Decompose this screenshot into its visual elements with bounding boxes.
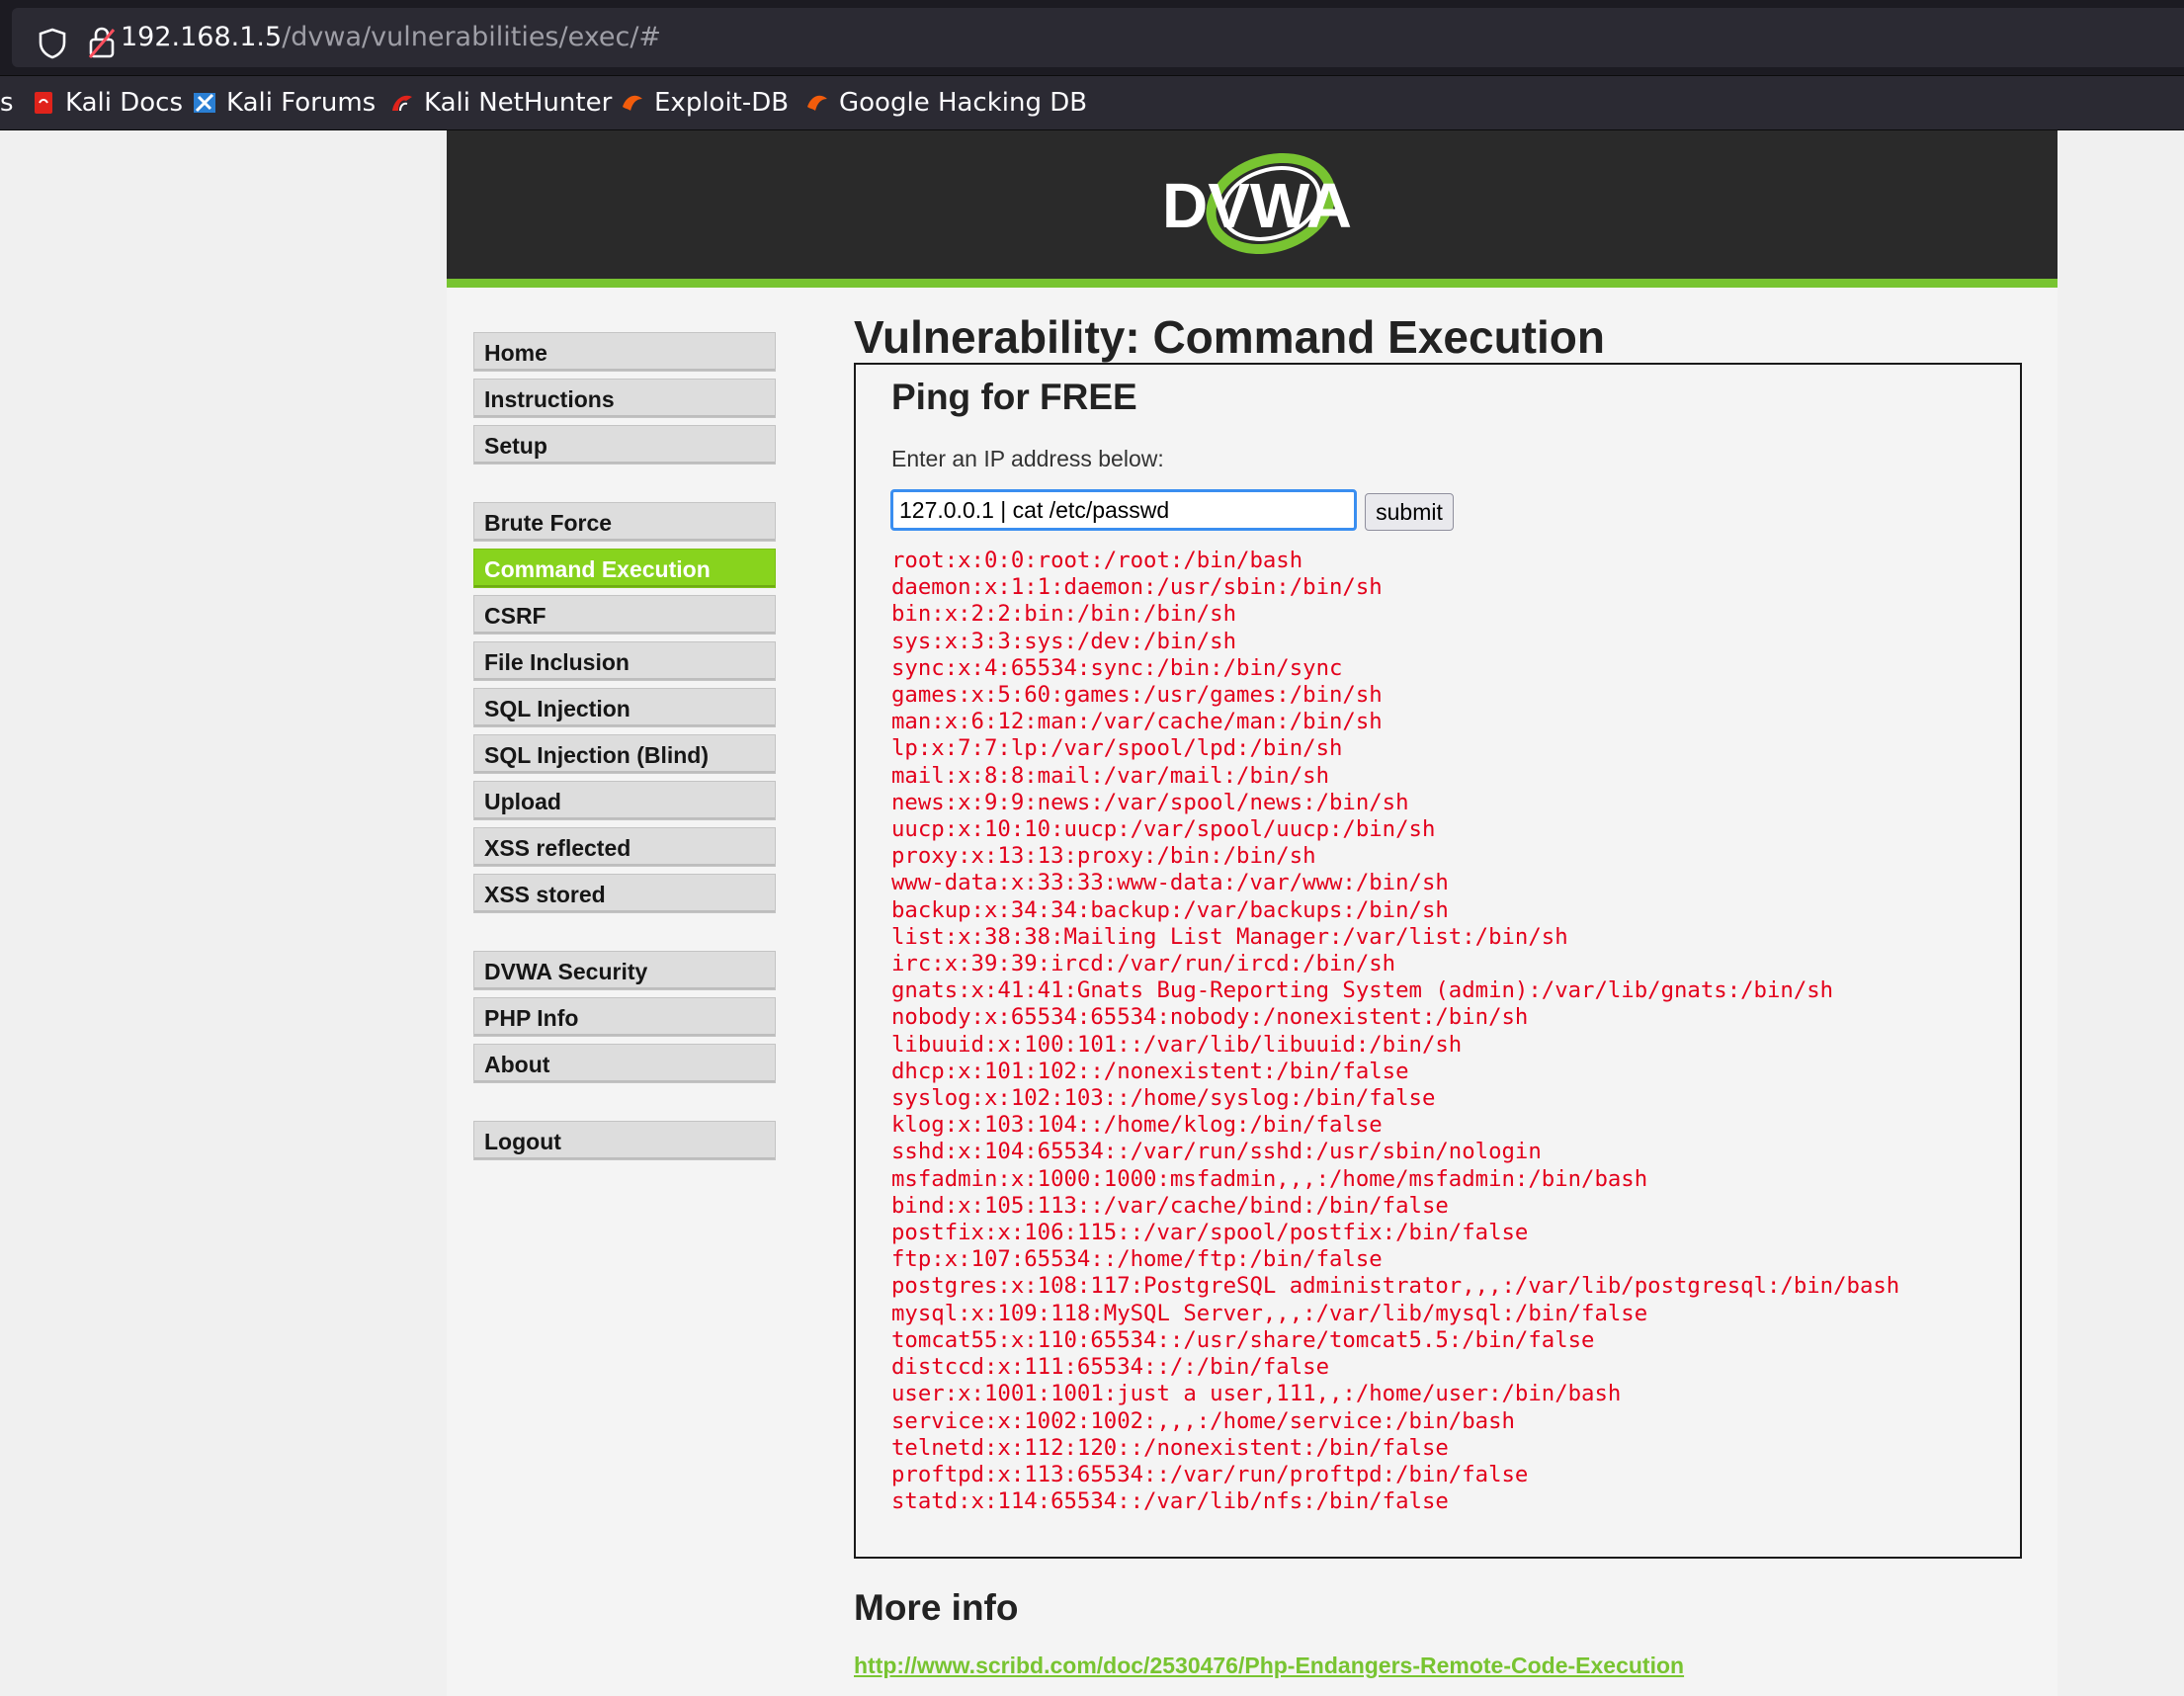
output-line: news:x:9:9:news:/var/spool/news:/bin/sh (891, 789, 1409, 815)
output-line: nobody:x:65534:65534:nobody:/nonexistent… (891, 1004, 1529, 1031)
bookmark-label: Kali Forums (226, 88, 377, 118)
bookmark-exploit-db[interactable]: Exploit-DB (621, 86, 789, 120)
bookmark-kali-forums[interactable]: Kali Forums (193, 86, 376, 120)
output-line: sys:x:3:3:sys:/dev:/bin/sh (891, 628, 1237, 654)
output-line: postfix:x:106:115::/var/spool/postfix:/b… (891, 1220, 1529, 1246)
address-bar[interactable]: 192.168.1.5/dvwa/vulnerabilities/exec/# (12, 8, 2184, 67)
kali-nethunter-icon (392, 95, 412, 112)
menu-item-setup[interactable]: Setup (473, 425, 776, 465)
output-line: syslog:x:102:103::/home/syslog:/bin/fals… (891, 1085, 1436, 1112)
output-line: mail:x:8:8:mail:/var/mail:/bin/sh (891, 762, 1329, 789)
output-line: user:x:1001:1001:just a user,111,,:/home… (891, 1381, 1622, 1407)
menu-item-about[interactable]: About (473, 1044, 776, 1083)
logo-text: DVWA (1162, 170, 1352, 241)
menu-item-sql-injection-blind[interactable]: SQL Injection (Blind) (473, 734, 776, 774)
output-line: libuuid:x:100:101::/var/lib/libuuid:/bin… (891, 1031, 1463, 1058)
output-line: man:x:6:12:man:/var/cache/man:/bin/sh (891, 709, 1383, 735)
menu-item-command-execution[interactable]: Command Execution (473, 549, 776, 588)
url-text[interactable]: 192.168.1.5/dvwa/vulnerabilities/exec/# (121, 22, 661, 52)
output-line: games:x:5:60:games:/usr/games:/bin/sh (891, 682, 1383, 709)
bookmark-label: Exploit-DB (654, 88, 790, 118)
shield-icon[interactable] (38, 28, 67, 59)
output-line: gnats:x:41:41:Gnats Bug-Reporting System… (891, 977, 1834, 1004)
output-line: dhcp:x:101:102::/nonexistent:/bin/false (891, 1058, 1409, 1084)
menu-item-home[interactable]: Home (473, 332, 776, 372)
menu-item-logout[interactable]: Logout (473, 1121, 776, 1160)
vulnerable-code-area: Ping for FREE Enter an IP address below:… (854, 363, 2022, 1559)
menu-item-sql-injection[interactable]: SQL Injection (473, 688, 776, 727)
output-line: msfadmin:x:1000:1000:msfadmin,,,:/home/m… (891, 1165, 1648, 1192)
submit-button[interactable]: submit (1365, 493, 1454, 531)
output-line: backup:x:34:34:backup:/var/backups:/bin/… (891, 896, 1449, 923)
page-header: DVWA (447, 130, 2058, 288)
kali-forums-icon (194, 93, 215, 113)
dvwa-logo: DVWA (1162, 152, 1352, 255)
bookmark-label: Google Hacking DB (839, 88, 1088, 118)
menu-item-instructions[interactable]: Instructions (473, 379, 776, 418)
menu-item-php-info[interactable]: PHP Info (473, 997, 776, 1037)
output-line: mysql:x:109:118:MySQL Server,,,:/var/lib… (891, 1300, 1648, 1326)
ip-prompt-label: Enter an IP address below: (891, 446, 1164, 471)
dvwa-page: DVWA Home Instructions Setup Brute Force… (447, 130, 2058, 1696)
output-line: bin:x:2:2:bin:/bin:/bin/sh (891, 601, 1237, 628)
output-line: distccd:x:111:65534::/:/bin/false (891, 1354, 1329, 1381)
bookmark-kali-docs[interactable]: Kali Docs (32, 86, 183, 120)
output-line: postgres:x:108:117:PostgreSQL administra… (891, 1273, 1900, 1300)
output-line: statd:x:114:65534::/var/lib/nfs:/bin/fal… (891, 1488, 1449, 1515)
browser-urlbar: 192.168.1.5/dvwa/vulnerabilities/exec/# (0, 0, 2184, 76)
output-line: uucp:x:10:10:uucp:/var/spool/uucp:/bin/s… (891, 816, 1436, 843)
bookmark-kali-nethunter[interactable]: Kali NetHunter (390, 86, 612, 120)
output-line: root:x:0:0:root:/root:/bin/bash (891, 548, 1303, 573)
output-line: tomcat55:x:110:65534::/usr/share/tomcat5… (891, 1326, 1595, 1353)
output-line: list:x:38:38:Mailing List Manager:/var/l… (891, 923, 1568, 950)
menu-item-xss-reflected[interactable]: XSS reflected (473, 827, 776, 867)
box-title: Ping for FREE (891, 377, 1137, 417)
menu-item-csrf[interactable]: CSRF (473, 595, 776, 635)
ghdb-icon (807, 95, 827, 111)
output-line: telnetd:x:112:120::/nonexistent:/bin/fal… (891, 1434, 1449, 1461)
output-line: www-data:x:33:33:www-data:/var/www:/bin/… (891, 870, 1449, 896)
output-line: proxy:x:13:13:proxy:/bin:/bin/sh (891, 843, 1316, 870)
url-path: /dvwa/vulnerabilities/exec/# (282, 22, 662, 52)
output-line: proftpd:x:113:65534::/var/run/proftpd:/b… (891, 1461, 1529, 1487)
exploit-db-icon (623, 95, 642, 111)
kali-docs-icon (35, 92, 52, 114)
menu-item-brute-force[interactable]: Brute Force (473, 502, 776, 542)
command-output: root:x:0:0:root:/root:/bin/bash daemon:x:… (891, 548, 1899, 1515)
output-line: daemon:x:1:1:daemon:/usr/sbin:/bin/sh (891, 574, 1383, 601)
more-info-link[interactable]: http://www.scribd.com/doc/2530476/Php-En… (854, 1653, 1684, 1679)
menu-item-dvwa-security[interactable]: DVWA Security (473, 951, 776, 990)
url-host: 192.168.1.5 (121, 22, 283, 52)
menu-item-upload[interactable]: Upload (473, 781, 776, 820)
bookmark-label: s (0, 88, 14, 118)
output-line: ftp:x:107:65534::/home/ftp:/bin/false (891, 1246, 1383, 1273)
menu-item-file-inclusion[interactable]: File Inclusion (473, 641, 776, 681)
output-line: bind:x:105:113::/var/cache/bind:/bin/fal… (891, 1192, 1449, 1219)
bookmark-label: Kali NetHunter (424, 88, 613, 118)
output-line: irc:x:39:39:ircd:/var/run/ircd:/bin/sh (891, 951, 1396, 977)
bookmark-label: Kali Docs (65, 88, 184, 118)
page-title: Vulnerability: Command Execution (854, 311, 1605, 363)
output-line: sync:x:4:65534:sync:/bin:/bin/sync (891, 654, 1343, 681)
ip-input[interactable] (890, 489, 1357, 531)
more-info-title: More info (854, 1587, 1019, 1628)
bookmarks-toolbar: s Kali Docs Kali Forums Kali NetHunter E… (0, 76, 2184, 130)
lock-insecure-icon[interactable] (87, 26, 117, 59)
bookmark-truncated[interactable]: s (0, 86, 14, 120)
menu-item-xss-stored[interactable]: XSS stored (473, 874, 776, 913)
output-line: sshd:x:104:65534::/var/run/sshd:/usr/sbi… (891, 1139, 1542, 1165)
output-line: klog:x:103:104::/home/klog:/bin/false (891, 1112, 1383, 1139)
output-line: service:x:1002:1002:,,,:/home/service:/b… (891, 1407, 1515, 1434)
bookmark-google-hacking-db[interactable]: Google Hacking DB (805, 86, 1087, 120)
output-line: lp:x:7:7:lp:/var/spool/lpd:/bin/sh (891, 735, 1343, 762)
